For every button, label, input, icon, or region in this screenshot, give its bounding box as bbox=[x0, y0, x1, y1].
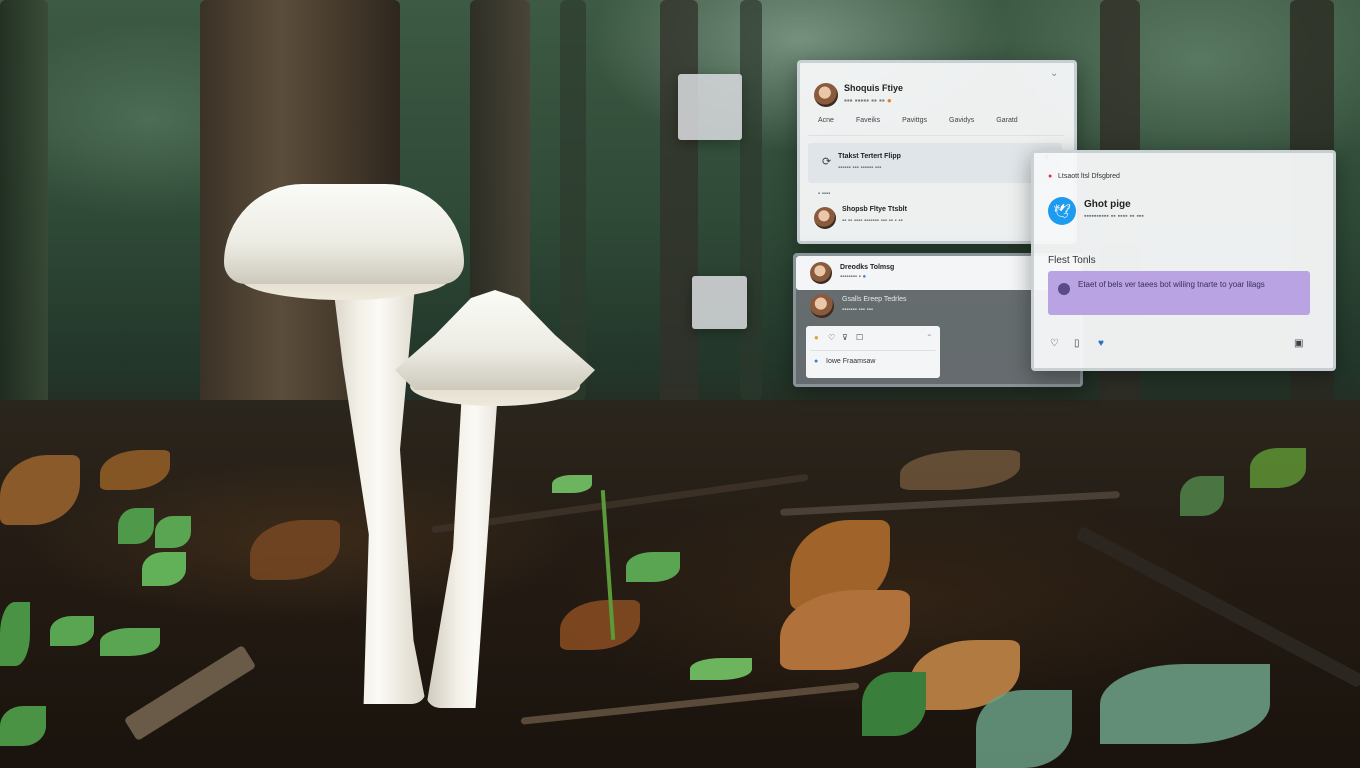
green-leaf bbox=[142, 552, 186, 586]
green-leaf bbox=[976, 690, 1072, 768]
post-meta: ▪▪ ▪▪ ▪▪▪▪ ▪▪▪▪▪▪▪ ▪▪▪ ▪▪ ▪ ▪▪ bbox=[842, 218, 903, 224]
profile-display-name: Ghot pige bbox=[1084, 199, 1131, 210]
highlighted-item-title: Ttakst Tertert Flipp bbox=[838, 153, 901, 160]
tree-trunk bbox=[0, 0, 48, 420]
green-leaf bbox=[1100, 664, 1270, 744]
seedling-leaf bbox=[626, 552, 680, 582]
filter-icon: ⊽ bbox=[842, 333, 848, 342]
highlighted-item-subtitle: ▪▪▪▪▪▪ ▪▪▪ ▪▪▪▪▪▪ ▪▪▪ bbox=[838, 165, 882, 171]
nav-item[interactable]: Garatd bbox=[996, 117, 1017, 131]
twitter-bird-icon: 🕊︎ bbox=[1048, 197, 1076, 225]
green-leaf bbox=[118, 508, 154, 544]
message-icon bbox=[1058, 283, 1070, 295]
message-text: Etaet of bels ver taees bot wiliing tnar… bbox=[1078, 280, 1265, 289]
mini-card[interactable]: ● ♡ ⊽ ☐ ⌃ ● Iowe Fraamsaw bbox=[806, 326, 940, 378]
nav-item[interactable]: Gavidys bbox=[949, 117, 974, 131]
green-leaf bbox=[100, 628, 160, 656]
tweet-compose-panel: ● Ltsaott ltsl Dfsgbred 🕊︎ Ghot pige ▪▪▪… bbox=[1031, 150, 1336, 371]
green-leaf bbox=[50, 616, 94, 646]
section-title: Flest Tonls bbox=[1048, 255, 1096, 266]
seedling-leaf bbox=[552, 475, 592, 493]
tree-trunk bbox=[560, 0, 586, 400]
refresh-icon: ⟳ bbox=[822, 156, 832, 168]
tree-trunk bbox=[660, 0, 698, 410]
profile-avatar bbox=[814, 83, 838, 107]
chat-icon: ☐ bbox=[856, 333, 864, 342]
reply-icon: ♡ bbox=[828, 333, 836, 342]
divider bbox=[808, 135, 1064, 136]
green-leaf bbox=[155, 516, 191, 548]
user-name: Dreodks Tolmsg bbox=[840, 264, 895, 271]
profile-handle-line: ▪▪▪ ▪▪▪▪▪ ▪▪ ▪▪ ● bbox=[844, 96, 892, 105]
floating-tile bbox=[678, 74, 742, 140]
copy-icon[interactable]: ▯ bbox=[1074, 339, 1080, 349]
bullet-icon: ● bbox=[814, 358, 819, 365]
chevron-down-icon[interactable]: ⌄ bbox=[1050, 69, 1058, 79]
tree-trunk bbox=[740, 0, 762, 400]
star-icon: ● bbox=[814, 333, 819, 342]
nav-item[interactable]: Pavittgs bbox=[902, 117, 927, 131]
panel-c-header: Ltsaott ltsl Dfsgbred bbox=[1058, 173, 1120, 180]
heart-icon[interactable]: ♡ bbox=[1050, 339, 1059, 349]
message-bubble[interactable]: Etaet of bels ver taees bot wiliing tnar… bbox=[1048, 271, 1310, 315]
user-avatar bbox=[810, 262, 832, 284]
nav-item[interactable]: Faveiks bbox=[856, 117, 880, 131]
sub-user-meta: ▪▪▪▪▪▪▪ ▪▪▪ ▪▪▪ bbox=[842, 307, 873, 313]
more-icon[interactable]: ⌃ bbox=[926, 334, 933, 342]
mini-divider bbox=[810, 350, 936, 351]
section-label: ▪ ▪▪▪▪ bbox=[818, 191, 831, 197]
save-icon[interactable]: ▣ bbox=[1294, 339, 1303, 349]
profile-name: Shoquis Ftiye bbox=[844, 83, 904, 93]
highlighted-item[interactable]: ⟳ Ttakst Tertert Flipp ▪▪▪▪▪▪ ▪▪▪ ▪▪▪▪▪▪… bbox=[808, 143, 1062, 183]
profile-nav: Acne Faveiks Pavittgs Gavidys Garatd bbox=[818, 117, 1048, 131]
user-meta: ▪▪▪▪▪▪▪▪ ▪ ● bbox=[840, 274, 867, 280]
green-leaf bbox=[0, 602, 30, 666]
green-leaf bbox=[1180, 476, 1224, 516]
green-leaf bbox=[1250, 448, 1306, 488]
post-avatar bbox=[814, 207, 836, 229]
post-name: Shopsb Fltye Ttsblt bbox=[842, 206, 907, 213]
record-dot-icon: ● bbox=[1048, 173, 1053, 180]
like-icon[interactable]: ♥ bbox=[1098, 339, 1104, 349]
profile-meta: ▪▪▪▪▪▪▪▪▪▪ ▪▪ ▪▪▪▪ ▪▪ ▪▪▪ bbox=[1084, 213, 1144, 220]
mini-button-label: Iowe Fraamsaw bbox=[826, 358, 876, 365]
green-leaf bbox=[862, 672, 926, 736]
green-leaf bbox=[0, 706, 46, 746]
seedling-leaf bbox=[690, 658, 752, 680]
nav-item[interactable]: Acne bbox=[818, 117, 834, 131]
sub-user-name: Gsalls Ereep Tedrles bbox=[842, 296, 907, 303]
user-avatar bbox=[810, 294, 834, 318]
floating-tile bbox=[692, 276, 747, 329]
mushroom-cap bbox=[224, 184, 464, 284]
